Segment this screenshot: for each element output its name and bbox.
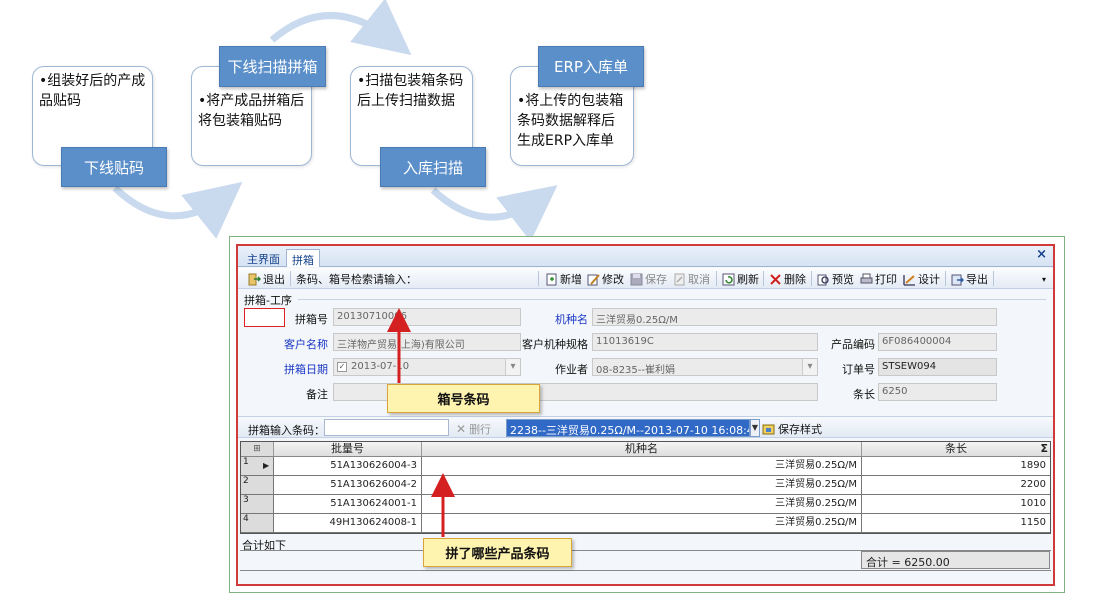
callout-box-barcode: 箱号条码 — [387, 384, 540, 413]
callout-product-barcodes: 拼了哪些产品条码 — [423, 538, 572, 567]
callout-arrows — [387, 308, 455, 537]
